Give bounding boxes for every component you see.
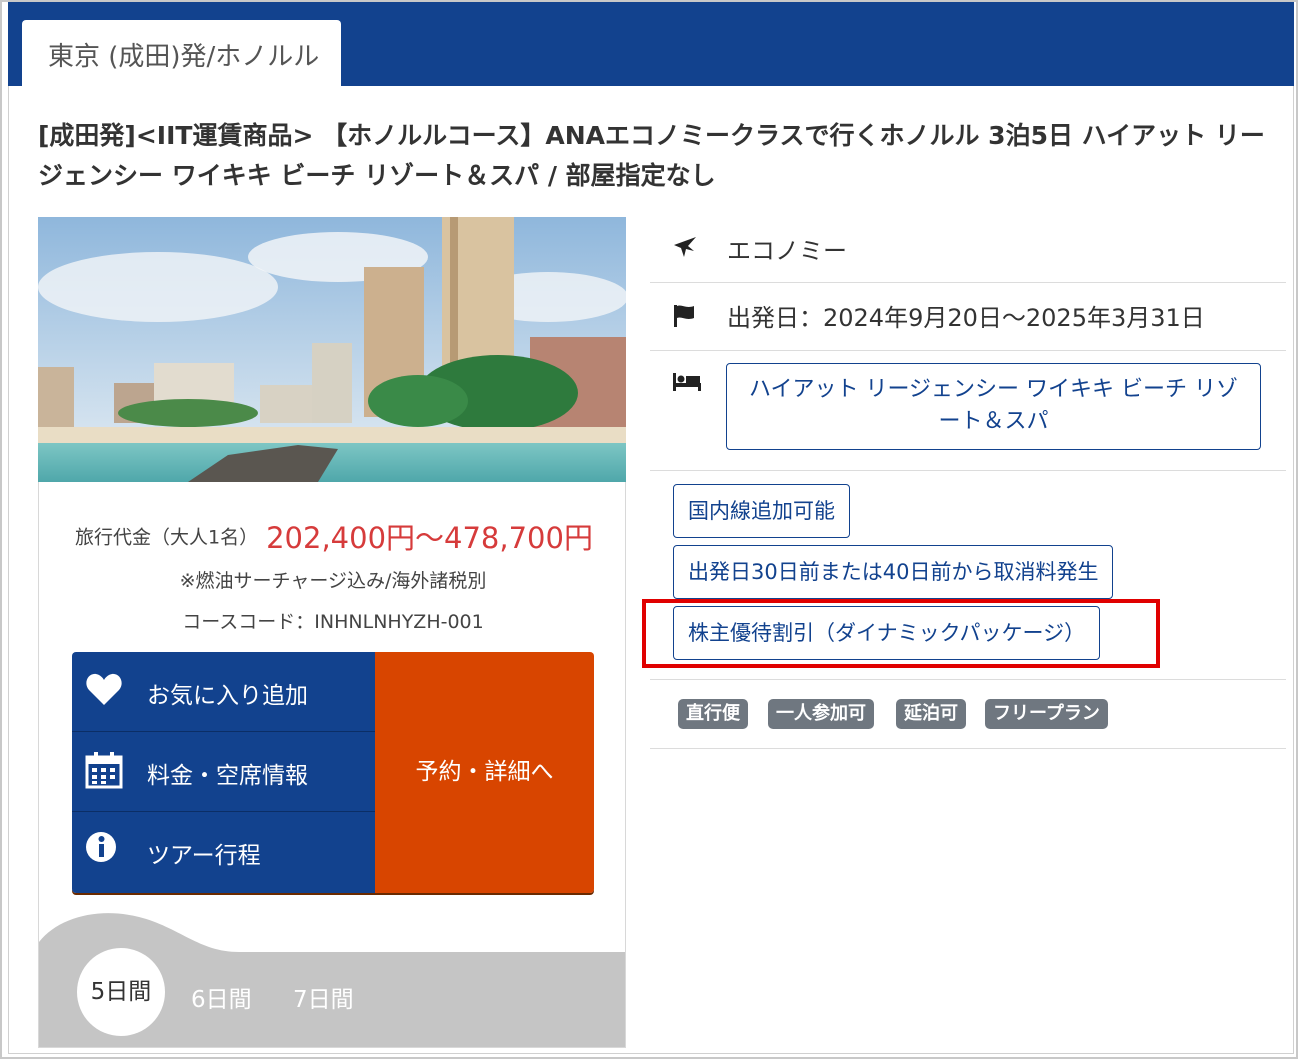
cabin-row: エコノミー bbox=[650, 217, 1286, 283]
fares-button[interactable]: 料金・空席情報 bbox=[72, 732, 375, 812]
duration-option-selected[interactable]: 5日間 bbox=[77, 948, 165, 1036]
duration-selector: 5日間 6日間 7日間 bbox=[39, 912, 625, 1047]
favorite-button[interactable]: お気に入り追加 bbox=[72, 652, 375, 732]
action-buttons: お気に入り追加 料金・空席情報 ツアー行程 予約・詳細へ bbox=[72, 652, 594, 893]
cabin-class: エコノミー bbox=[727, 237, 847, 265]
feature-badge: 延泊可 bbox=[896, 699, 966, 729]
departure-row: 出発日：2024年9月20日〜2025年3月31日 bbox=[650, 283, 1286, 351]
itinerary-button[interactable]: ツアー行程 bbox=[72, 812, 375, 893]
fuel-note: ※燃油サーチャージ込み/海外諸税別 bbox=[179, 570, 487, 592]
tab-origin-destination[interactable]: 東京 (成田)発/ホノルル bbox=[22, 20, 341, 88]
calendar-icon bbox=[84, 750, 124, 790]
hotel-photo[interactable] bbox=[38, 217, 626, 482]
condition-tag[interactable]: 出発日30日前または40日前から取消料発生 bbox=[673, 545, 1114, 599]
tab-label: 東京 (成田)発/ホノルル bbox=[48, 42, 320, 72]
tour-title[interactable]: [成田発]<IIT運賃商品> 【ホノルルコース】ANAエコノミークラスで行くホノ… bbox=[38, 116, 1268, 196]
course-code: コースコード：INHNLNHYZH-001 bbox=[182, 611, 484, 633]
feature-badge: 一人参加可 bbox=[768, 699, 874, 729]
reserve-detail-button[interactable]: 予約・詳細へ bbox=[375, 652, 594, 893]
condition-tag[interactable]: 国内線追加可能 bbox=[673, 484, 850, 538]
price-panel: 旅行代金（大人1名） 202,400円〜478,700円 ※燃油サーチャージ込み/… bbox=[38, 482, 626, 1048]
price-row: 旅行代金（大人1名） 202,400円〜478,700円 bbox=[75, 515, 593, 557]
duration-option[interactable]: 6日間 bbox=[191, 980, 252, 1014]
flag-icon bbox=[672, 303, 698, 329]
favorite-label: お気に入り追加 bbox=[147, 683, 308, 709]
itinerary-label: ツアー行程 bbox=[147, 843, 261, 869]
airplane-icon bbox=[672, 235, 698, 261]
duration-option[interactable]: 7日間 bbox=[293, 980, 354, 1014]
departure-dates: 出発日：2024年9月20日〜2025年3月31日 bbox=[727, 304, 1205, 332]
hotel-link-button[interactable]: ハイアット リージェンシー ワイキキ ビーチ リゾート＆スパ bbox=[726, 363, 1261, 450]
fares-label: 料金・空席情報 bbox=[147, 763, 308, 789]
price-value: 202,400円〜478,700円 bbox=[266, 521, 593, 555]
heart-icon bbox=[84, 670, 124, 710]
bed-icon bbox=[672, 369, 702, 395]
info-icon bbox=[84, 830, 124, 870]
feature-badge: フリープラン bbox=[985, 699, 1108, 729]
price-label: 旅行代金（大人1名） bbox=[75, 526, 259, 549]
feature-badge: 直行便 bbox=[678, 699, 748, 729]
highlight-box bbox=[642, 599, 1160, 668]
reserve-label: 予約・詳細へ bbox=[415, 759, 554, 785]
